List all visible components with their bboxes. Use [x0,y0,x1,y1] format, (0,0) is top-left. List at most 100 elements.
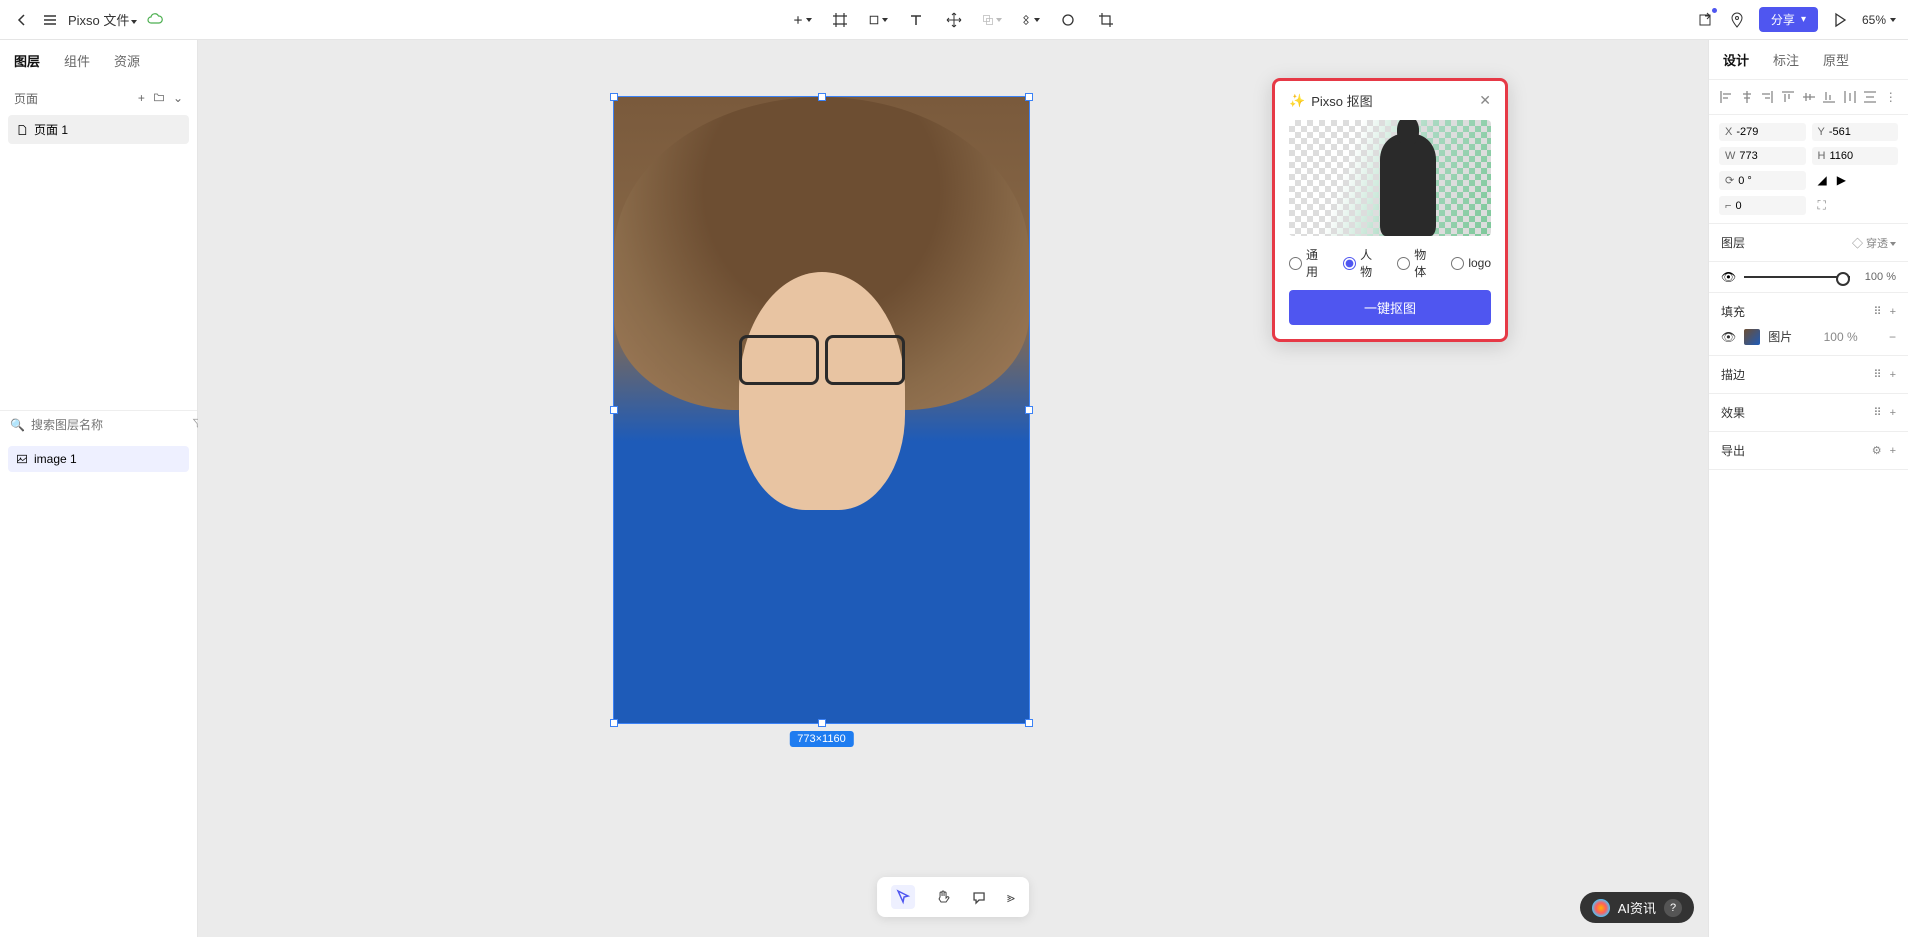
align-top-icon[interactable] [1781,88,1796,106]
cloud-sync-icon[interactable] [145,10,165,30]
file-name[interactable]: Pixso 文件 [68,10,137,29]
resize-handle-tr[interactable] [1025,93,1033,101]
crop-tool-icon[interactable] [1096,10,1116,30]
w-input[interactable] [1739,150,1777,162]
align-left-icon[interactable] [1719,88,1734,106]
share-button[interactable]: 分享▾ [1759,7,1818,32]
resize-handle-ml[interactable] [610,406,618,414]
help-badge[interactable]: AI资讯 ? [1580,892,1694,923]
align-bottom-icon[interactable] [1822,88,1837,106]
align-right-icon[interactable] [1760,88,1775,106]
move-tool-icon[interactable] [944,10,964,30]
remove-fill-icon[interactable]: − [1889,330,1896,344]
passthrough-label[interactable]: ◇ 穿透 [1852,235,1896,251]
tab-annotate[interactable]: 标注 [1773,50,1799,69]
visibility-icon[interactable]: 👁 [1721,270,1736,284]
style-icon[interactable]: ⠿ [1874,406,1882,419]
zoom-level[interactable]: 65% [1862,13,1896,27]
ellipse-tool-icon[interactable] [1058,10,1078,30]
h-field[interactable]: H [1812,147,1899,165]
resize-handle-tl[interactable] [610,93,618,101]
pointer-tool-icon[interactable] [891,885,915,909]
distribute-h-icon[interactable] [1842,88,1857,106]
add-page-icon[interactable]: + [138,91,145,106]
resize-handle-bl[interactable] [610,719,618,727]
resize-handle-bm[interactable] [818,719,826,727]
x-input[interactable] [1736,126,1774,138]
resize-handle-br[interactable] [1025,719,1033,727]
tab-design[interactable]: 设计 [1723,50,1749,69]
resize-handle-mr[interactable] [1025,406,1033,414]
rotation-input[interactable] [1738,175,1776,187]
location-icon[interactable] [1727,10,1747,30]
spark-icon [1592,899,1610,917]
align-center-h-icon[interactable] [1740,88,1755,106]
fill-opacity-value[interactable]: 100 [1824,330,1844,344]
main-area: 图层 组件 资源 页面 + ⌄ 页面 1 🔍 [0,40,1908,937]
add-effect-icon[interactable]: + [1890,407,1896,419]
component-tool-icon[interactable] [1020,10,1040,30]
option-logo[interactable]: logo [1451,256,1491,270]
rotation-field[interactable]: ⟳ [1719,171,1806,190]
expand-radius-icon[interactable]: ⛶ [1818,198,1826,213]
fill-swatch[interactable] [1744,329,1760,345]
layer-search: 🔍 [0,410,197,438]
layer-item[interactable]: image 1 [8,446,189,472]
comment-tool-icon[interactable] [971,889,987,905]
tidy-icon[interactable]: ⋮ [1884,88,1899,106]
cutout-action-button[interactable]: 一键抠图 [1289,290,1491,325]
page-icon [16,124,28,136]
back-icon[interactable] [12,10,32,30]
x-field[interactable]: X [1719,123,1806,141]
h-input[interactable] [1829,150,1867,162]
y-field[interactable]: Y [1812,123,1899,141]
style-icon[interactable]: ⠿ [1874,368,1882,381]
left-panel: 图层 组件 资源 页面 + ⌄ 页面 1 🔍 [0,40,198,937]
add-stroke-icon[interactable]: + [1890,369,1896,381]
fill-visibility-icon[interactable]: 👁 [1721,330,1736,344]
text-tool-icon[interactable] [906,10,926,30]
menu-icon[interactable] [40,10,60,30]
style-icon[interactable]: ⠿ [1874,305,1882,318]
folder-icon[interactable] [153,91,165,106]
export-icon[interactable] [1695,10,1715,30]
close-icon[interactable]: ✕ [1479,92,1491,109]
align-center-v-icon[interactable] [1801,88,1816,106]
tab-assets[interactable]: 资源 [114,51,140,70]
radius-field[interactable]: ⌐ [1719,196,1806,215]
export-label: 导出 [1721,442,1745,459]
tab-prototype[interactable]: 原型 [1823,50,1849,69]
chevron-down-icon[interactable]: ⌄ [173,91,183,106]
search-input[interactable] [31,418,186,432]
y-input[interactable] [1829,126,1867,138]
flip-h-icon[interactable]: ◢ [1818,173,1827,188]
option-person[interactable]: 人物 [1343,246,1383,280]
page-item[interactable]: 页面 1 [8,115,189,144]
distribute-v-icon[interactable] [1863,88,1878,106]
shape-tool-icon[interactable] [868,10,888,30]
canvas[interactable]: 773×1160 ✨ Pixso 抠图 ✕ 通用 人物 物体 logo 一键抠图 [198,40,1708,937]
image-icon [16,453,28,465]
tab-layers[interactable]: 图层 [14,51,40,70]
resize-handle-tm[interactable] [818,93,826,101]
frame-tool-icon[interactable] [830,10,850,30]
w-field[interactable]: W [1719,147,1806,165]
add-export-icon[interactable]: + [1890,445,1896,457]
play-icon[interactable] [1830,10,1850,30]
flip-v-icon[interactable]: ▶ [1837,173,1846,188]
export-settings-icon[interactable]: ⚙ [1872,444,1882,457]
option-general[interactable]: 通用 [1289,246,1329,280]
add-fill-icon[interactable]: + [1890,306,1896,318]
layers-list: image 1 [0,438,197,476]
opacity-value[interactable]: 100 % [1858,271,1896,283]
tab-components[interactable]: 组件 [64,51,90,70]
fill-type[interactable]: 图片 [1768,328,1792,345]
radius-input[interactable] [1735,200,1773,212]
selection-frame[interactable]: 773×1160 [613,96,1030,724]
opacity-slider[interactable] [1744,276,1850,278]
add-tool-icon[interactable] [792,10,812,30]
hand-tool-icon[interactable] [935,889,951,905]
option-object[interactable]: 物体 [1397,246,1437,280]
more-tools-icon[interactable]: ⪢ [1007,889,1015,906]
boolean-tool-icon[interactable] [982,10,1002,30]
